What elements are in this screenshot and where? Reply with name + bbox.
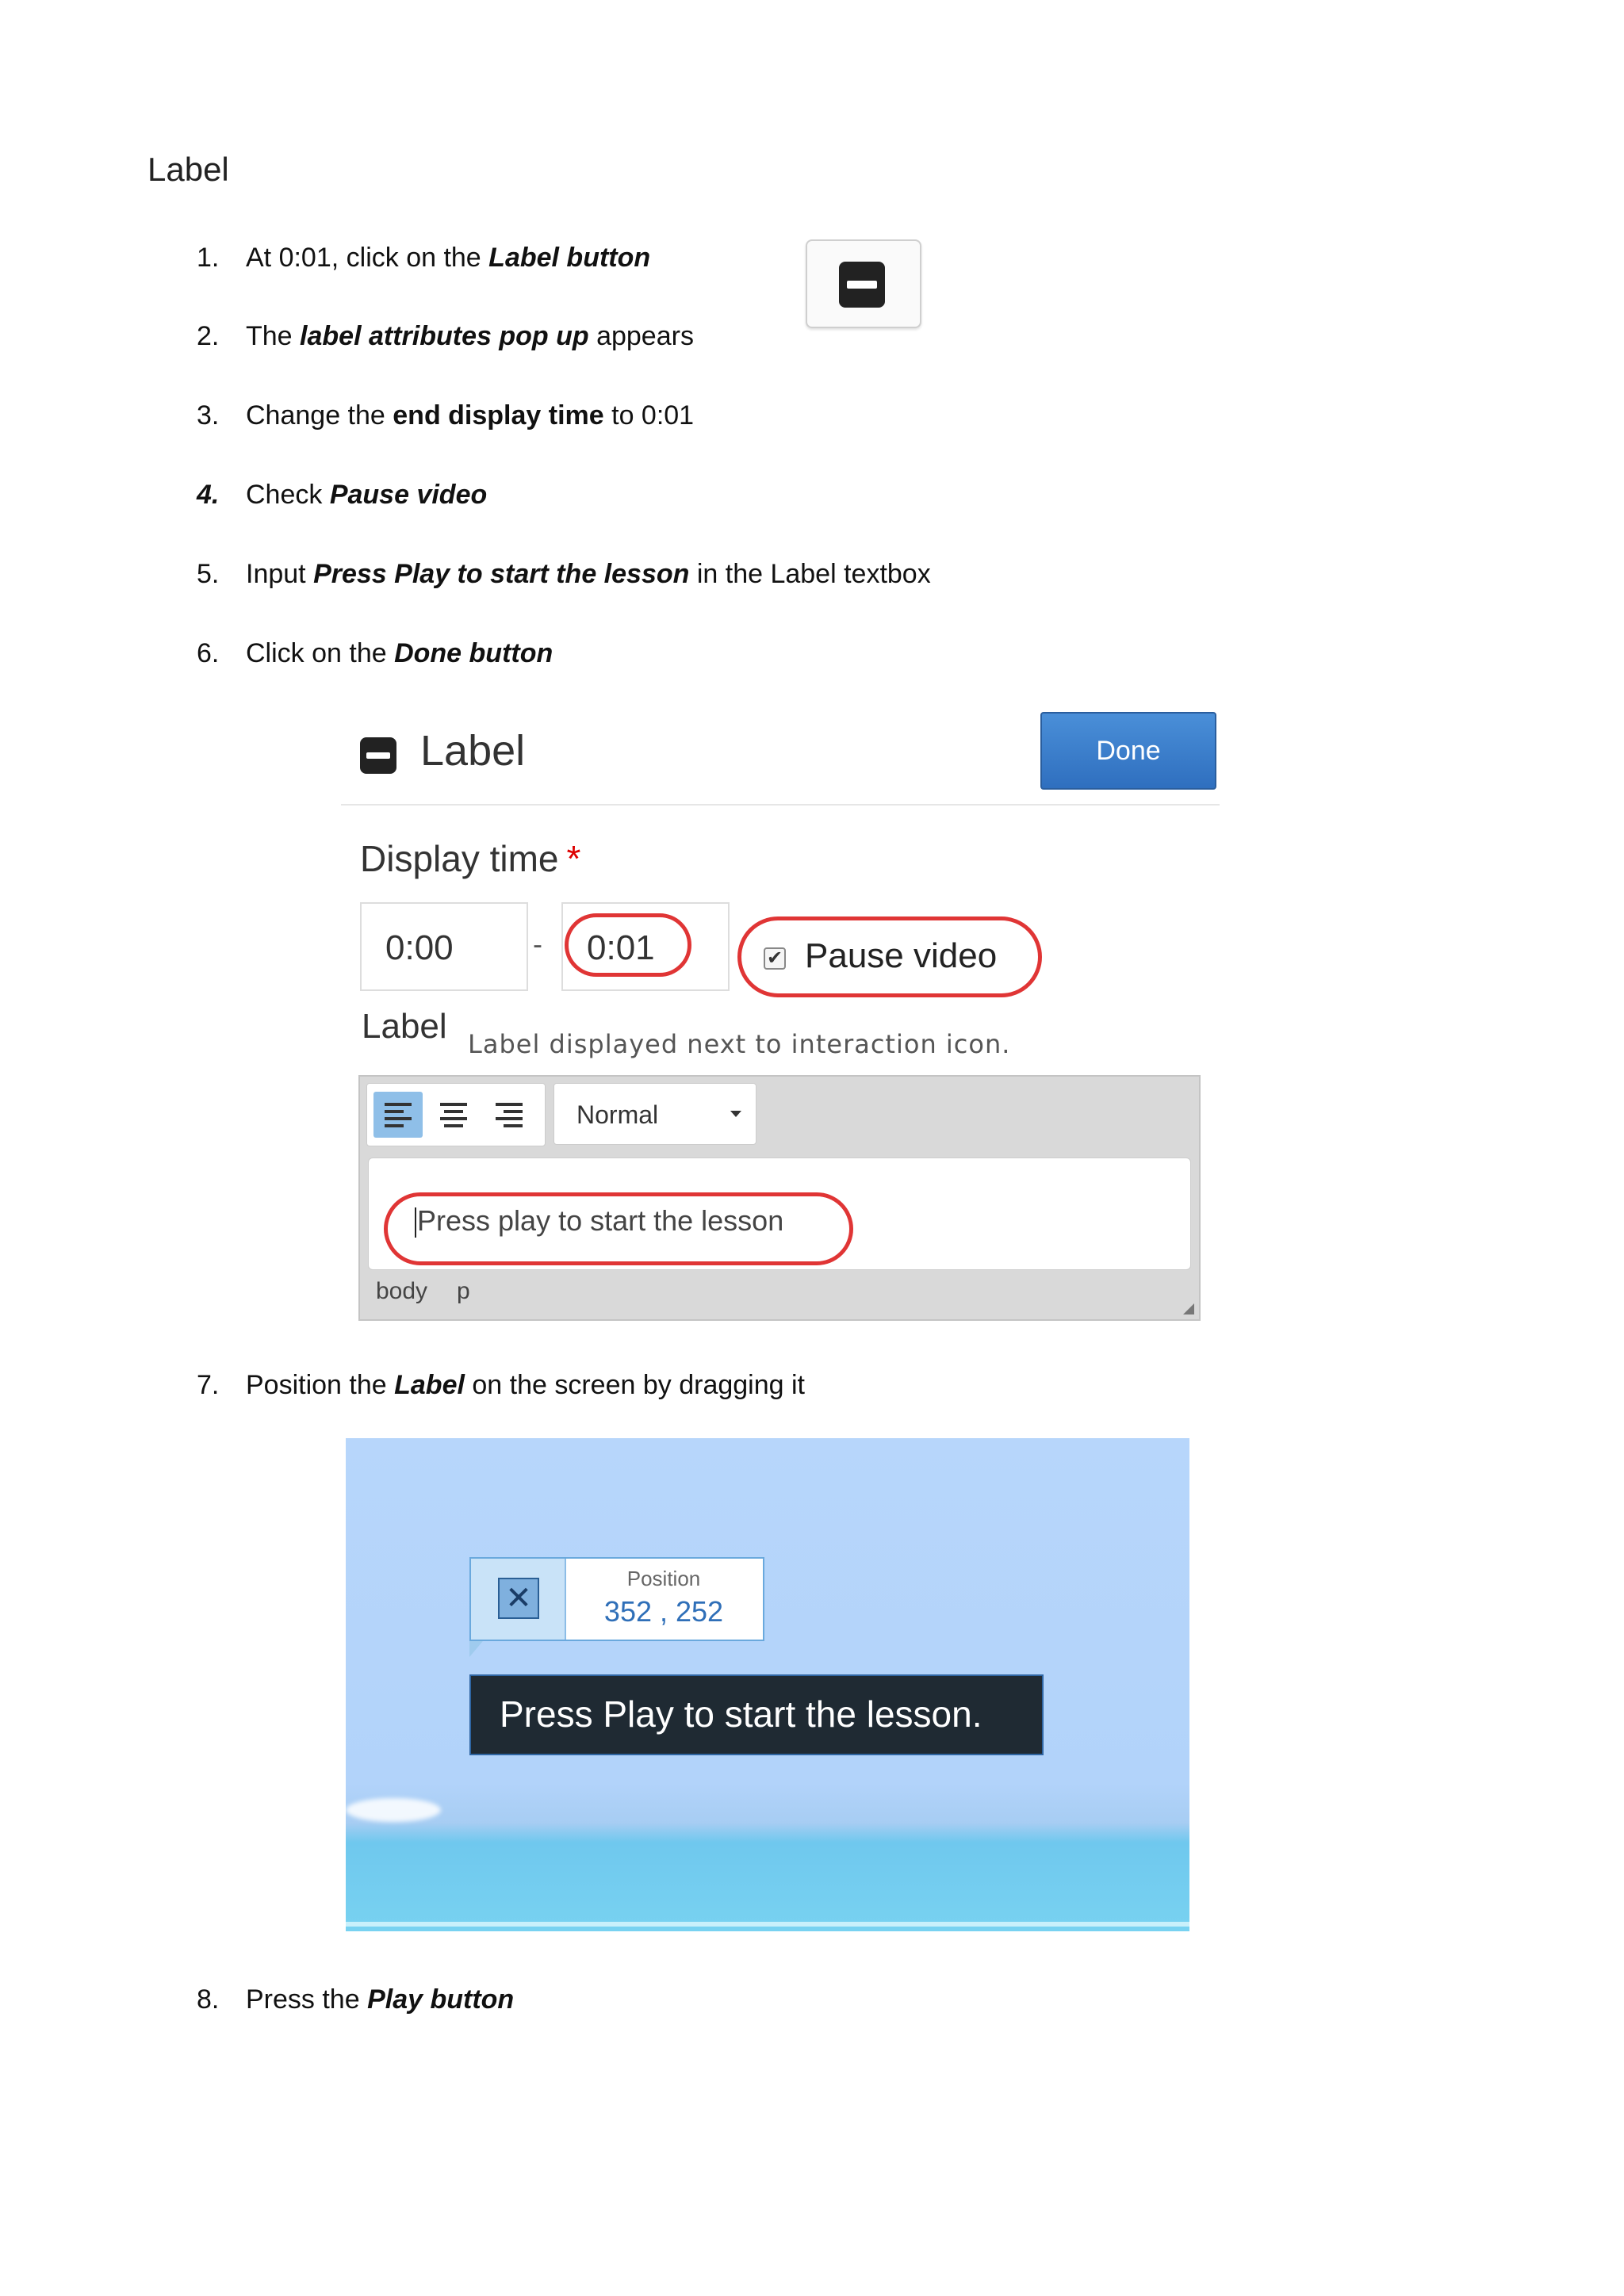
- position-label: Position: [626, 1567, 701, 1590]
- align-center-icon: [440, 1103, 467, 1127]
- minus-square-icon: [839, 262, 885, 308]
- step-number: 4.: [197, 480, 220, 510]
- status-path-body[interactable]: body: [376, 1278, 427, 1305]
- step-text: At 0:01, click on the Label button: [246, 243, 651, 273]
- resize-handle[interactable]: [1183, 1303, 1194, 1314]
- pause-video-checkbox[interactable]: ✔: [764, 947, 786, 970]
- format-dropdown[interactable]: Normal: [553, 1083, 756, 1145]
- done-button[interactable]: Done: [1040, 712, 1216, 790]
- align-left-icon: [385, 1103, 412, 1127]
- caret-down-icon: [730, 1111, 741, 1117]
- time-separator: -: [533, 928, 542, 960]
- highlight-oval: [565, 913, 691, 977]
- water-line: [346, 1922, 1189, 1927]
- popup-title: Label: [420, 727, 526, 775]
- pause-video-option[interactable]: ✔ Pause video: [737, 916, 1042, 997]
- position-value: 352 , 252: [603, 1595, 724, 1628]
- label-field-title: Label: [362, 1007, 447, 1046]
- label-attributes-popup: Label Done Display time * 0:00 - 0:01 ✔ P…: [341, 698, 1220, 1332]
- move-handle[interactable]: ✕: [471, 1559, 566, 1640]
- align-right-button[interactable]: [485, 1092, 534, 1138]
- step-number: 5.: [197, 559, 220, 589]
- step-text: Change the end display time to 0:01: [246, 400, 695, 430]
- status-path-p[interactable]: p: [457, 1278, 470, 1305]
- divider: [341, 804, 1220, 806]
- align-center-button[interactable]: [429, 1092, 478, 1138]
- step-number: 7.: [197, 1370, 220, 1400]
- align-toolbar: [366, 1083, 546, 1146]
- step-number: 1.: [197, 243, 220, 273]
- highlight-oval: [384, 1192, 853, 1265]
- position-tooltip: ✕ Position 352 , 252: [469, 1557, 764, 1641]
- minus-square-icon: [360, 737, 396, 774]
- step-number: 3.: [197, 400, 220, 430]
- step-text: Position the Label on the screen by drag…: [246, 1370, 805, 1400]
- cloud: [346, 1798, 441, 1822]
- label-field-description: Label displayed next to interaction icon…: [468, 1029, 1011, 1059]
- step-text: Input Press Play to start the lesson in …: [246, 559, 931, 589]
- step-text: Check Pause video: [246, 480, 488, 510]
- format-selected: Normal: [576, 1100, 659, 1129]
- section-heading: Label: [147, 151, 229, 188]
- start-time-input[interactable]: 0:00: [360, 902, 528, 991]
- label-editor: Normal Press play to start the lesson bo…: [358, 1075, 1201, 1321]
- pause-video-label: Pause video: [805, 936, 998, 975]
- step-number: 8.: [197, 1984, 220, 2015]
- step-text: The label attributes pop up appears: [246, 321, 694, 351]
- step-number: 6.: [197, 638, 220, 668]
- step-text: Click on the Done button: [246, 638, 553, 668]
- step-number: 2.: [197, 321, 220, 351]
- display-time-label: Display time *: [360, 838, 581, 879]
- label-button[interactable]: [806, 239, 921, 328]
- align-right-icon: [496, 1103, 523, 1127]
- step-text: Press the Play button: [246, 1984, 515, 2015]
- align-left-button[interactable]: [373, 1092, 423, 1138]
- required-mark: *: [566, 838, 581, 879]
- move-arrows-icon: ✕: [498, 1578, 539, 1619]
- lesson-label[interactable]: Press Play to start the lesson.: [469, 1674, 1044, 1755]
- video-preview: ✕ Position 352 , 252 Press Play to start…: [346, 1438, 1189, 1931]
